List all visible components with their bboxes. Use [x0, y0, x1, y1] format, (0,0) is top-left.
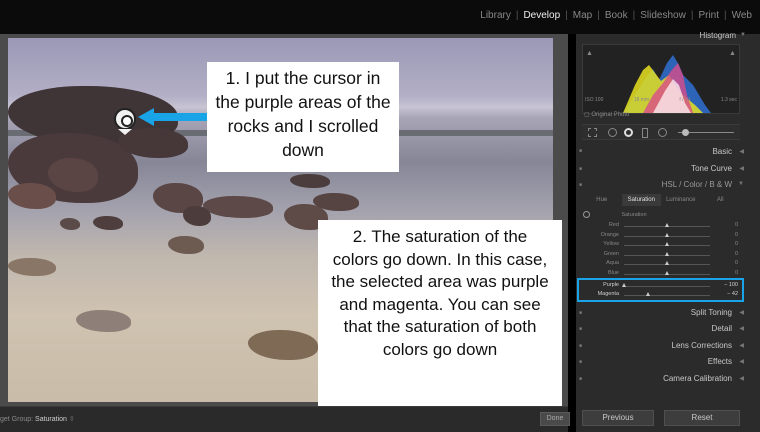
- svg-text:▲: ▲: [586, 50, 593, 57]
- slider-label: Red: [608, 222, 619, 228]
- slider-knob[interactable]: [664, 271, 669, 275]
- expand-triangle-icon[interactable]: ◀: [739, 358, 744, 365]
- slider-value[interactable]: 0: [718, 232, 738, 238]
- saturation-row-yellow[interactable]: Yellow 0: [594, 241, 738, 249]
- rock: [93, 216, 123, 230]
- slider-value[interactable]: 0: [718, 270, 738, 276]
- rock: [168, 236, 204, 254]
- svg-text:▲: ▲: [729, 50, 736, 57]
- rock: [183, 206, 211, 226]
- rock: [248, 330, 318, 360]
- tab-hue[interactable]: Hue: [582, 194, 622, 206]
- tab-saturation[interactable]: Saturation: [621, 194, 661, 206]
- panel-camera-calibration[interactable]: Camera Calibration: [663, 374, 732, 383]
- collapse-triangle-icon[interactable]: ▼: [740, 32, 746, 38]
- rock: [290, 174, 330, 188]
- target-adjust-icon[interactable]: [583, 211, 590, 218]
- slider-value[interactable]: 0: [718, 251, 738, 257]
- tool-strip: [582, 124, 740, 140]
- radial-filter-icon[interactable]: [658, 128, 667, 137]
- targeted-adjustment-cursor-icon: [114, 108, 136, 130]
- panel-split-toning[interactable]: Split Toning: [691, 308, 732, 317]
- module-library[interactable]: Library: [478, 10, 513, 21]
- saturation-row-blue[interactable]: Blue 0: [594, 270, 738, 278]
- saturation-row-orange[interactable]: Orange 0: [594, 232, 738, 240]
- slider-value[interactable]: 0: [718, 222, 738, 228]
- reset-button[interactable]: Reset: [664, 410, 740, 426]
- slider-label: Green: [603, 250, 619, 257]
- done-button[interactable]: Done: [540, 412, 570, 426]
- rock: [8, 183, 56, 209]
- slider-value[interactable]: 0: [718, 241, 738, 247]
- panel-hsl[interactable]: HSL / Color / B & W: [662, 180, 732, 189]
- expand-triangle-icon[interactable]: ◀: [739, 342, 744, 349]
- module-bar: Library | Develop | Map | Book | Slideshow | …: [0, 0, 760, 34]
- expand-triangle-icon[interactable]: ◀: [739, 325, 744, 332]
- crop-icon[interactable]: [588, 128, 597, 137]
- saturation-row-aqua[interactable]: Aqua 0: [594, 260, 738, 268]
- slider-label: Orange: [600, 231, 619, 238]
- panel-tone-curve[interactable]: Tone Curve: [691, 164, 732, 173]
- rock: [8, 258, 56, 276]
- left-arrow-icon: [138, 108, 218, 126]
- red-eye-icon[interactable]: [624, 128, 633, 137]
- collapse-triangle-icon[interactable]: ▼: [738, 181, 744, 187]
- panel-detail[interactable]: Detail: [712, 324, 732, 333]
- tab-all[interactable]: All: [701, 194, 741, 206]
- histogram: ▲ ▲: [582, 44, 740, 114]
- histogram-header[interactable]: Histogram: [700, 31, 736, 40]
- slider-knob[interactable]: [664, 251, 669, 256]
- original-photo-toggle[interactable]: ▢ Original Photo: [584, 111, 629, 118]
- highlight-box: [577, 278, 744, 302]
- graduated-filter-icon[interactable]: [642, 128, 648, 138]
- expand-triangle-icon[interactable]: ◀: [739, 309, 744, 316]
- target-group-value[interactable]: Saturation: [35, 416, 67, 423]
- slider-label: Blue: [607, 270, 619, 276]
- bottom-toolbar: get Group: Saturation ⇳ Done: [0, 406, 570, 432]
- saturation-section-label: Saturation: [621, 212, 647, 218]
- slider-label: Aqua: [606, 260, 619, 267]
- slider-value[interactable]: 0: [718, 260, 738, 266]
- callout-step-1: 1. I put the cursor in the purple areas …: [207, 62, 399, 172]
- histogram-exif: ISO 100 18 mm f / 14 1.3 sec: [585, 97, 737, 103]
- slider-knob[interactable]: [664, 232, 669, 237]
- brush-slider-knob[interactable]: [682, 129, 689, 136]
- spot-removal-icon[interactable]: [608, 128, 617, 137]
- previous-button[interactable]: Previous: [582, 410, 654, 426]
- slider-knob[interactable]: [664, 223, 669, 227]
- rock: [203, 196, 273, 218]
- expand-triangle-icon[interactable]: ◀: [739, 165, 744, 172]
- callout-step-2: 2. The saturation of the colors go down.…: [318, 220, 562, 406]
- rock: [76, 310, 131, 332]
- slider-knob[interactable]: [664, 261, 669, 266]
- module-develop[interactable]: Develop: [521, 10, 562, 21]
- panel-basic[interactable]: Basic: [712, 147, 732, 156]
- saturation-row-red[interactable]: Red 0: [594, 222, 738, 230]
- target-group-label: get Group: Saturation ⇳: [0, 416, 75, 423]
- hsl-tabs: Hue Saturation Luminance All: [582, 194, 740, 206]
- slider-knob[interactable]: [664, 242, 669, 247]
- module-print[interactable]: Print: [696, 10, 721, 21]
- module-slideshow[interactable]: Slideshow: [638, 10, 688, 21]
- module-book[interactable]: Book: [603, 10, 630, 21]
- tab-luminance[interactable]: Luminance: [661, 194, 701, 206]
- panel-effects[interactable]: Effects: [708, 357, 732, 366]
- panel-lens-corrections[interactable]: Lens Corrections: [672, 341, 732, 350]
- rock: [60, 218, 80, 230]
- saturation-row-green[interactable]: Green 0: [594, 251, 738, 259]
- module-picker: Library | Develop | Map | Book | Slideshow | …: [478, 10, 754, 21]
- module-web[interactable]: Web: [730, 10, 754, 21]
- expand-triangle-icon[interactable]: ◀: [739, 148, 744, 155]
- module-map[interactable]: Map: [571, 10, 594, 21]
- expand-triangle-icon[interactable]: ◀: [739, 375, 744, 382]
- slider-label: Yellow: [603, 241, 619, 248]
